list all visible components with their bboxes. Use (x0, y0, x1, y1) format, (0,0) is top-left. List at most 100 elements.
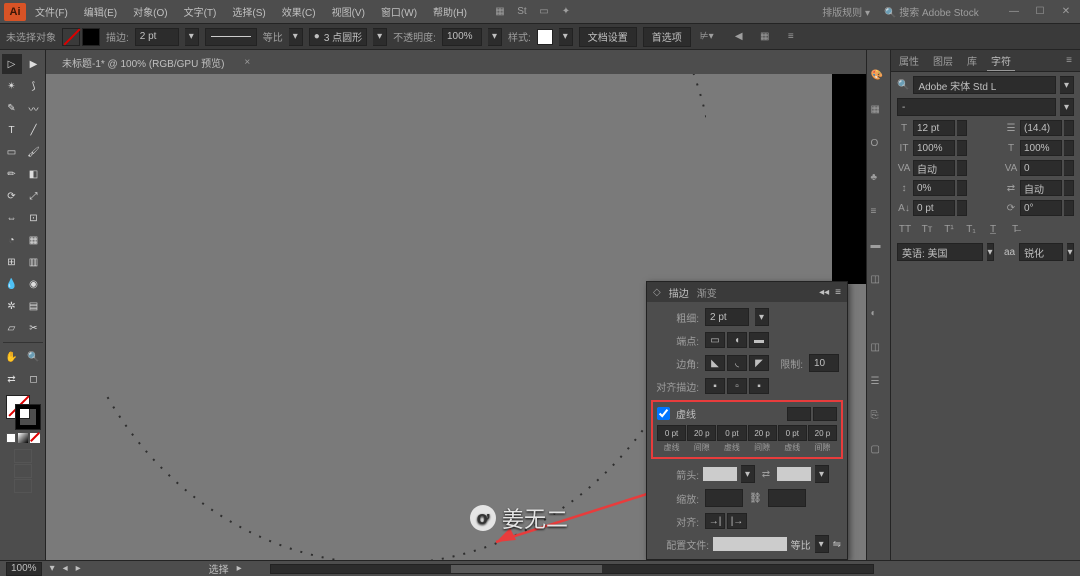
arrow-scale-start[interactable] (705, 489, 743, 507)
hscroll-thumb[interactable] (451, 565, 602, 573)
smallcaps-icon[interactable]: Tт (919, 224, 935, 235)
stock-icon[interactable]: St (512, 4, 532, 20)
cap-butt-icon[interactable]: ▭ (705, 332, 725, 348)
arrow-start-dd[interactable]: ▾ (741, 465, 755, 483)
join-miter-icon[interactable]: ◣ (705, 355, 725, 371)
align-outside-icon[interactable]: ▪ (749, 378, 769, 394)
font-style-dd[interactable]: ▾ (1060, 98, 1074, 116)
graphic-style-swatch[interactable] (537, 29, 553, 45)
tracking-dd[interactable] (1064, 160, 1074, 176)
shaper-tool[interactable]: ✏ (2, 164, 22, 184)
document-tab[interactable]: 未标题-1* @ 100% (RGB/GPU 预览) (54, 51, 232, 74)
dash-3-input[interactable]: 0 pt (778, 425, 807, 441)
dashed-ellipse-path[interactable] (106, 74, 706, 560)
arrow-align-path-icon[interactable]: |→ (727, 513, 747, 529)
horizontal-scrollbar[interactable] (270, 564, 874, 574)
stroke-panel[interactable]: ◇ 描边 渐变 ◂◂≡ 粗细:2 pt▾ 端点: ▭◖▬ 边角: ◣◟◤ 限制:… (646, 281, 848, 560)
menu-window[interactable]: 窗口(W) (374, 1, 424, 22)
stroke-swatch[interactable] (82, 28, 100, 46)
stroke-panel-icon[interactable]: ≡ (871, 206, 887, 222)
artboard-tool[interactable]: ▱ (2, 318, 22, 338)
vscale-input[interactable]: 100% (913, 140, 955, 156)
magic-wand-tool[interactable]: ✴ (2, 76, 22, 96)
opacity-dd[interactable]: ▾ (488, 28, 502, 46)
symbol-sprayer-tool[interactable]: ✲ (2, 296, 22, 316)
tracking-input[interactable]: 0 (1020, 160, 1062, 176)
bridge-icon[interactable]: ▦ (490, 4, 510, 20)
transparency-panel-icon[interactable]: ◫ (871, 274, 887, 290)
kerning-dd[interactable] (957, 160, 967, 176)
graphic-styles-icon[interactable]: ◫ (871, 342, 887, 358)
preferences-button[interactable]: 首选项 (643, 27, 691, 47)
kerning-input[interactable]: 自动 (913, 160, 955, 176)
free-transform-tool[interactable]: ⊡ (24, 208, 44, 228)
stroke-weight-input[interactable]: 2 pt (135, 28, 179, 46)
color-panel-icon[interactable]: 🎨 (871, 70, 887, 86)
font-family-select[interactable]: Adobe 宋体 Std L (913, 76, 1056, 94)
allcaps-icon[interactable]: TT (897, 224, 913, 235)
weight-input[interactable]: 2 pt (705, 308, 749, 326)
gap-1-input[interactable]: 20 p (687, 425, 716, 441)
pen-tool[interactable]: ✎ (2, 98, 22, 118)
strikethrough-icon[interactable]: T̶ (1007, 224, 1023, 235)
tab-layers[interactable]: 图层 (929, 51, 957, 70)
shape-builder-tool[interactable]: ◔ (2, 230, 22, 250)
arrow-align-tip-icon[interactable]: →| (705, 513, 725, 529)
eraser-tool[interactable]: ◧ (24, 164, 44, 184)
brush-profile[interactable]: ●3 点圆形 (309, 28, 367, 46)
symbols-panel-icon[interactable]: ♣ (871, 172, 887, 188)
panel-flyout-icon[interactable]: ≡ (835, 287, 841, 298)
stroke-weight-dd[interactable]: ▾ (185, 28, 199, 46)
align-menu-icon[interactable]: ⊭▾ (697, 29, 717, 45)
vscale-dd[interactable] (957, 140, 967, 156)
width-profile-preview[interactable] (713, 537, 787, 551)
char-rotate-dd[interactable] (1064, 200, 1074, 216)
menu-effect[interactable]: 效果(C) (275, 1, 323, 22)
menu-select[interactable]: 选择(S) (225, 1, 272, 22)
cap-square-icon[interactable]: ▬ (749, 332, 769, 348)
subscript-icon[interactable]: T₁ (963, 224, 979, 235)
brushes-panel-icon[interactable]: Ο (871, 138, 887, 154)
miter-limit-input[interactable]: 10 (809, 354, 839, 372)
width-tool[interactable]: ⇔ (2, 208, 22, 228)
gradient-panel-icon[interactable]: ▬ (871, 240, 887, 256)
line-tool[interactable]: ╱ (24, 120, 44, 140)
dash-preserve-icon[interactable] (787, 407, 811, 421)
nav-prev-icon[interactable]: ◂ (63, 563, 68, 574)
align-center-icon[interactable]: ▪ (705, 378, 725, 394)
artboards-panel-icon[interactable]: ▢ (871, 444, 887, 460)
tsume-dd[interactable] (1064, 180, 1074, 196)
window-minimize-icon[interactable]: — (1004, 4, 1024, 20)
fill-stroke-colorbox[interactable] (6, 395, 40, 429)
perspective-tool[interactable]: ▦ (24, 230, 44, 250)
curvature-tool[interactable]: 〰 (24, 98, 44, 118)
gradient-tool[interactable]: ▥ (24, 252, 44, 272)
toggle-fill-stroke[interactable]: ⇄ (2, 369, 22, 389)
arrow-scale-end[interactable] (768, 489, 806, 507)
superscript-icon[interactable]: T¹ (941, 224, 957, 235)
status-menu-icon[interactable]: ▸ (237, 563, 242, 574)
dash-1-input[interactable]: 0 pt (657, 425, 686, 441)
zoom-dd-icon[interactable]: ▾ (50, 563, 55, 574)
panel-menu-icon[interactable]: ≡ (1062, 53, 1076, 68)
join-round-icon[interactable]: ◟ (727, 355, 747, 371)
baseline-pct-dd[interactable] (957, 180, 967, 196)
flip-profile-icon[interactable]: ⇋ (833, 539, 841, 550)
tab-character[interactable]: 字符 (987, 51, 1015, 71)
tab-libraries[interactable]: 库 (963, 51, 981, 70)
arrow-end-dd[interactable]: ▾ (815, 465, 829, 483)
screen-modes[interactable] (14, 449, 32, 493)
eyedropper-tool[interactable]: 💧 (2, 274, 22, 294)
menu-type[interactable]: 文字(T) (177, 1, 224, 22)
gradient-tab[interactable]: 渐变 (697, 285, 717, 300)
uniform-dd[interactable]: ▾ (289, 28, 303, 46)
type-tool[interactable]: T (2, 120, 22, 140)
hand-tool[interactable]: ✋ (2, 347, 22, 367)
document-tab-close-icon[interactable]: × (244, 57, 250, 68)
baseline-shift-dd[interactable] (957, 200, 967, 216)
hscale-dd[interactable] (1064, 140, 1074, 156)
direct-selection-tool[interactable]: ▶ (24, 54, 44, 74)
panel-collapse-icon[interactable]: ◂◂ (819, 287, 829, 298)
blend-tool[interactable]: ◉ (24, 274, 44, 294)
font-size-dd[interactable] (957, 120, 967, 136)
